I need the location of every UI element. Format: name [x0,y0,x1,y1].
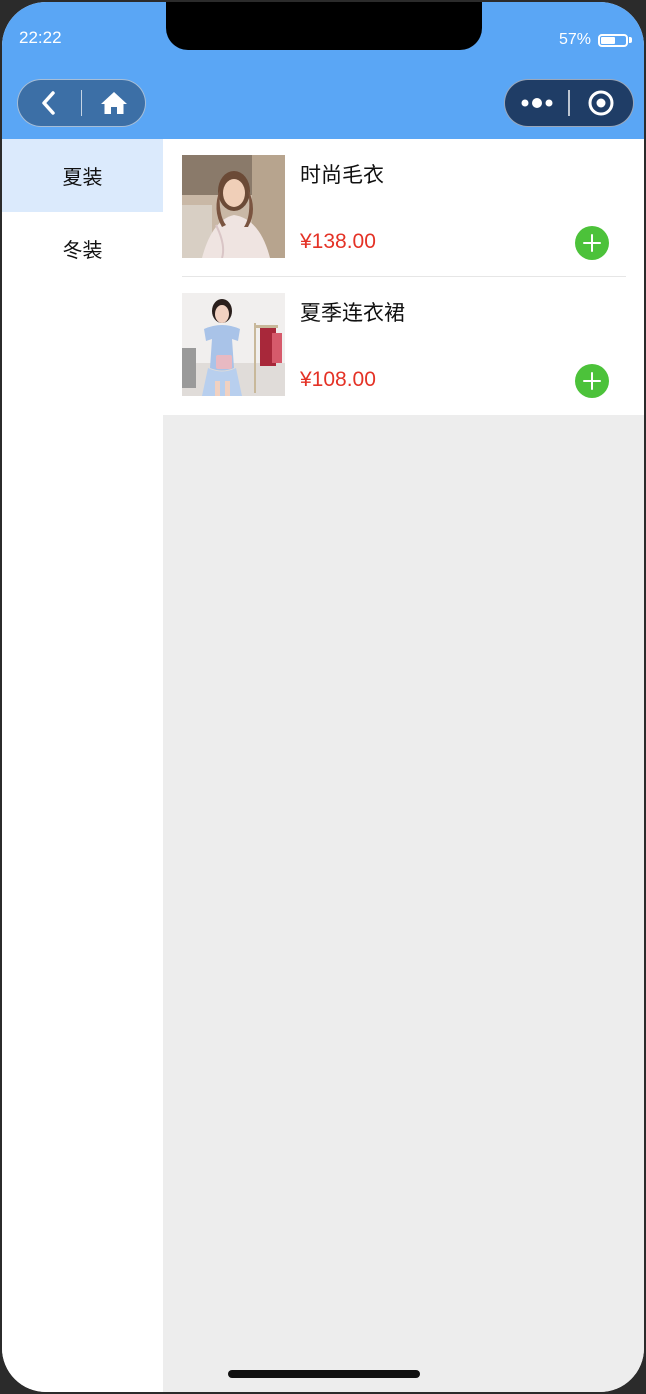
category-item-summer[interactable]: 夏装 [2,139,163,212]
battery-status: 57% [559,31,632,49]
plus-icon [583,234,601,252]
category-label: 冬装 [62,238,103,262]
category-item-winter[interactable]: 冬装 [2,212,163,285]
nav-capsule-right [504,79,634,127]
status-time: 22:22 [19,28,62,47]
product-image-sweater[interactable] [182,155,285,258]
chevron-left-icon [42,91,56,115]
product-panel: 时尚毛衣 ¥138.00 夏季连衣裙 ¥108.00 [163,139,644,1392]
battery-tip [629,37,632,43]
product-item[interactable]: 夏季连衣裙 ¥108.00 [163,277,644,415]
target-circle-icon [588,90,614,116]
product-price: ¥108.00 [300,368,376,391]
category-label: 夏装 [62,165,103,189]
product-name: 夏季连衣裙 [300,301,405,325]
product-item[interactable]: 时尚毛衣 ¥138.00 [163,139,644,277]
home-icon [100,92,127,114]
device-notch [166,2,482,50]
back-button[interactable] [18,80,81,126]
product-list: 时尚毛衣 ¥138.00 夏季连衣裙 ¥108.00 [163,139,644,415]
close-miniprogram-button[interactable] [570,80,633,126]
home-button[interactable] [82,80,145,126]
battery-level [601,36,615,44]
category-sidebar: 夏装 冬装 [2,139,163,1392]
product-image-dress[interactable] [182,293,285,396]
add-to-cart-button[interactable] [575,226,609,260]
phone-screen: 22:22 57% 夏装 冬装 时尚毛衣 ¥138.00 夏季连衣裙 ¥108.… [2,2,644,1392]
product-price: ¥138.00 [300,230,376,253]
battery-percent: 57% [558,31,591,48]
more-button[interactable] [505,80,568,126]
product-name: 时尚毛衣 [300,163,384,187]
home-indicator[interactable] [228,1370,420,1378]
add-to-cart-button[interactable] [575,364,609,398]
app-header: 22:22 57% [2,2,644,139]
plus-icon [583,372,601,390]
nav-capsule-left [17,79,146,127]
more-dots-icon [521,98,553,108]
battery-icon [598,33,628,47]
